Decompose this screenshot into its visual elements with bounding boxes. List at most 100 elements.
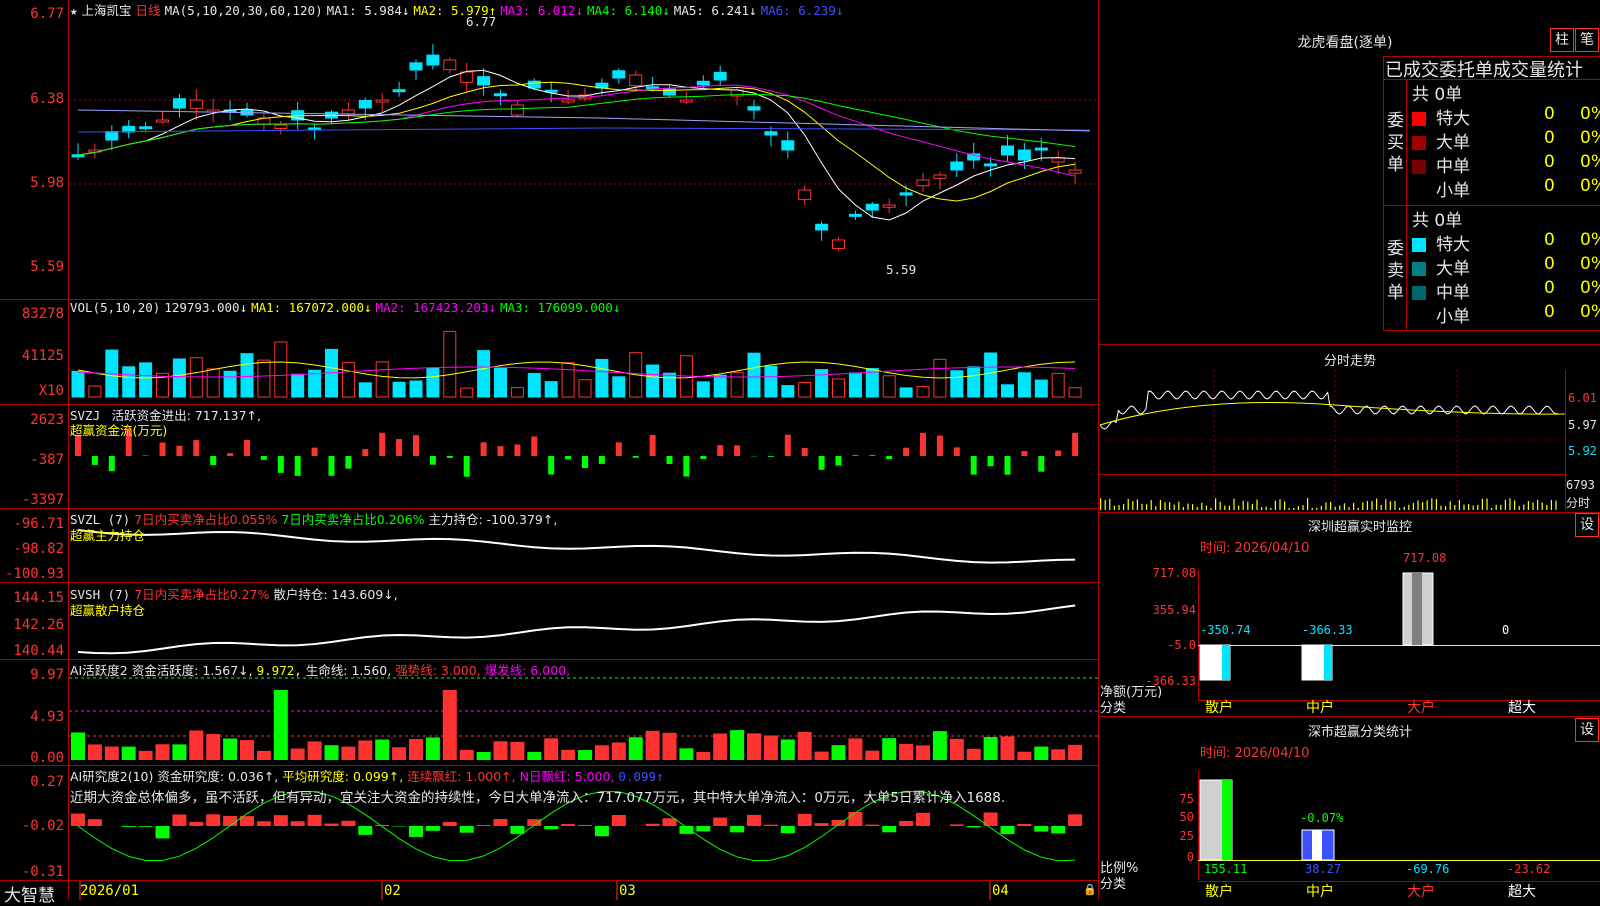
intraday-vol-bar [1353, 503, 1354, 510]
svzj-tick: -3397 [2, 492, 64, 508]
flow-bar [650, 435, 656, 456]
intraday-vol-bar [1132, 501, 1133, 510]
activity-bar [747, 733, 761, 760]
star-icon[interactable]: ★ [70, 3, 78, 18]
intraday-vol-bar [1431, 498, 1432, 510]
research-bar [1051, 826, 1065, 833]
monitor-settings-button[interactable]: 设 [1575, 513, 1599, 537]
intraday-vol-bar [1450, 501, 1451, 510]
candle [951, 162, 963, 170]
ma6-line [78, 128, 1090, 132]
ai2-d: N日飘红: 5.000, [520, 769, 615, 784]
monitor-xlabel: 分类 [1100, 697, 1126, 716]
candle [765, 132, 777, 135]
brand-logo: 大智慧 [4, 881, 55, 906]
svzl-a: 7日内买卖净占比0.055% [134, 512, 277, 527]
volume-bar [393, 382, 405, 397]
research-bar [967, 826, 981, 827]
flow-bar [464, 456, 470, 477]
monitor-bar-value: -350.74 [1200, 623, 1251, 637]
longhu-subtitle: 已成交委托单成交量统计 [1385, 56, 1583, 82]
candle [444, 60, 456, 70]
classify-time: 时间: 2026/04/10 [1200, 742, 1309, 761]
research-bar [578, 825, 592, 826]
volume-bar [731, 372, 743, 397]
main-charts[interactable]: -350.74散户-366.33中户717.08大户0超大155.11散户38.… [0, 0, 1600, 900]
volume-bar [376, 362, 388, 397]
lock-icon[interactable]: 🔒 [1083, 883, 1097, 896]
legend-darkteal-square [1412, 286, 1426, 300]
research-bar [781, 826, 795, 833]
ma3-value: MA3: 6.012↓ [500, 3, 583, 18]
flow-bar [430, 456, 436, 465]
research-bar [1001, 826, 1015, 834]
candle [140, 127, 152, 129]
intraday-vol-bar [1197, 507, 1198, 510]
svzj-tick: 2623 [2, 412, 64, 428]
activity-bar [984, 737, 998, 760]
retail-ratio-accent [1222, 780, 1232, 860]
volume-bar [511, 388, 523, 397]
activity-bar [544, 738, 558, 760]
monitor-title: 深圳超赢实时监控 [1260, 516, 1460, 535]
intraday-vol-bar [1137, 499, 1138, 510]
intraday-vol-bar [1289, 508, 1290, 510]
research-bar [88, 819, 102, 826]
intraday-vol-bar [1298, 506, 1299, 510]
intraday-vol-bar [1215, 498, 1216, 510]
buy-order-label: 委买单 [1387, 110, 1405, 176]
research-bar [848, 812, 862, 826]
ai2-b: 平均研究度: 0.099↑, [282, 769, 403, 784]
period-label[interactable]: 日线 [136, 3, 161, 18]
flow-bar [971, 456, 977, 475]
flow-bar [717, 445, 723, 456]
intraday-vol-bar [1109, 499, 1110, 510]
candle [410, 63, 422, 70]
fenshi-tick: 5.92 [1568, 444, 1597, 458]
activity-bar [967, 749, 981, 760]
fenshi-vol-tick: 6793 [1566, 478, 1595, 492]
stock-name: 上海凯宝 [82, 3, 132, 18]
vol-ma3: MA3: 176099.000↓ [500, 300, 620, 315]
research-bar [1034, 826, 1048, 832]
classify-settings-button[interactable]: 设 [1575, 718, 1599, 742]
research-bar [257, 821, 271, 826]
bar-view-button[interactable]: 柱 [1550, 28, 1574, 52]
activity-bar [595, 745, 609, 760]
research-bar [375, 825, 389, 826]
classify-xlabel: 分类 [1100, 873, 1126, 892]
volume-bar [985, 353, 997, 397]
intraday-vol-bar [1399, 508, 1400, 510]
tick-view-button[interactable]: 笔 [1575, 28, 1599, 52]
price-tick: 5.59 [2, 259, 64, 275]
svsh-tick: 142.26 [2, 617, 64, 633]
flow-bar [1072, 433, 1078, 456]
candle [985, 164, 997, 166]
volume-bar [342, 363, 354, 397]
classify-tick: 25 [1150, 829, 1194, 843]
flow-bar [836, 456, 842, 466]
flow-bar [819, 456, 825, 470]
flow-bar [210, 456, 216, 465]
svsh-tick: 140.44 [2, 643, 64, 659]
intraday-vol-bar [1307, 498, 1308, 510]
intraday-vol-bar [1178, 502, 1179, 510]
intraday-vol-bar [1528, 501, 1529, 510]
research-bar [494, 819, 508, 826]
flow-bar [396, 439, 402, 456]
flow-bar [362, 449, 368, 456]
vol-tick: 83278 [2, 306, 64, 322]
flow-bar [903, 448, 909, 456]
volume-bar [951, 371, 963, 397]
research-bar [460, 826, 474, 833]
activity-bar [899, 744, 913, 760]
intraday-vol-bar [1220, 502, 1221, 510]
activity-bar [1051, 749, 1065, 760]
candle [714, 72, 726, 80]
ai2-label: AI研究度2(10) [70, 769, 153, 784]
research-bar [156, 826, 170, 838]
activity-bar [88, 744, 102, 760]
price-pane-header: ★上海凯宝日线MA(5,10,20,30,60,120)MA1: 5.984↓M… [70, 0, 847, 19]
sell-row-m: 中单00% [1410, 278, 1600, 302]
activity-bar [274, 690, 288, 760]
